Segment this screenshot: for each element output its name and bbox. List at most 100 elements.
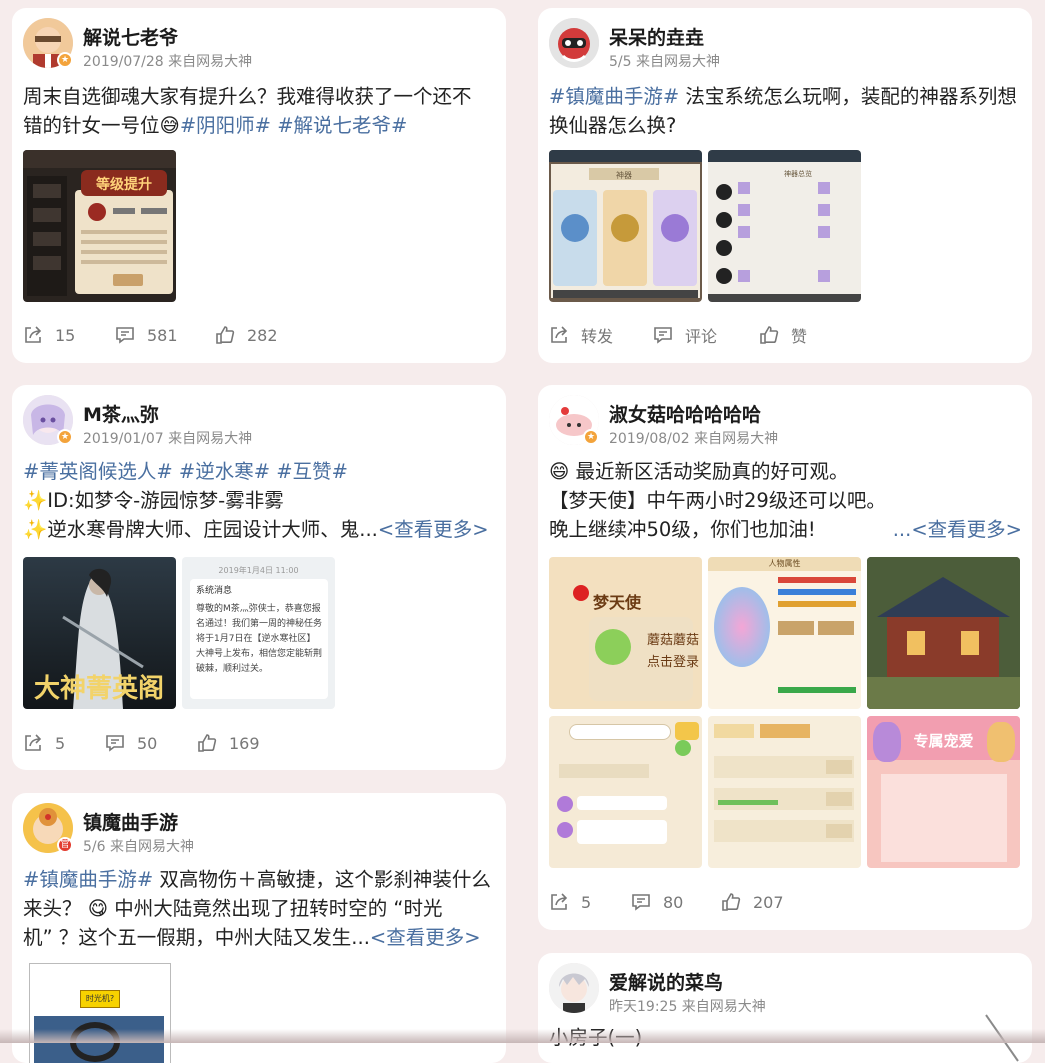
official-badge-icon: 官 xyxy=(57,837,73,853)
image-caption: 梦天使 xyxy=(593,593,642,612)
message-body: 尊敬的M茶灬弥侠士，恭喜您报名通过！我们第一周的神秘任务将于1月7日在【逆水寒社… xyxy=(196,604,323,674)
share-icon xyxy=(551,893,568,910)
post-card[interactable]: 呆呆的垚垚 5/5 来自网易大神 #镇魔曲手游# 法宝系统怎么玩啊，装配的神器系… xyxy=(538,8,1032,363)
post-meta: 5/6 来自网易大神 xyxy=(83,839,194,855)
post-image[interactable]: 神器总览 xyxy=(708,150,861,302)
topic-tag[interactable]: #镇魔曲手游# xyxy=(23,868,153,891)
image-title: 神器总览 xyxy=(784,169,812,178)
post-text-segment: 错的针女一号位😅 xyxy=(23,114,180,137)
verified-badge-icon: ★ xyxy=(583,429,599,445)
post-image[interactable] xyxy=(867,557,1020,709)
post-text[interactable]: #菁英阁候选人# #逆水寒# #互赞# ✨ID:如梦令-游园惊梦-雾非雾 ✨逆水… xyxy=(23,457,496,544)
author-name[interactable]: 解说七老爷 xyxy=(83,23,178,50)
see-more-link[interactable]: <查看更多> xyxy=(370,926,481,949)
comment-icon xyxy=(654,327,672,344)
post-text-line: 【梦天使】中午两小时29级还可以吧。 xyxy=(549,489,886,512)
avatar[interactable] xyxy=(549,963,599,1013)
post-text-line: 来头？ 😋 中州大陆竟然出现了扭转时空的 “时光 xyxy=(23,897,443,920)
post-text-line: ✨逆水寒骨牌大师、庄园设计大师、鬼...<查看更多> xyxy=(23,515,496,544)
like-button[interactable]: 169 xyxy=(197,731,260,755)
image-text: 蘑菇蘑菇 xyxy=(647,633,700,648)
post-text-line: 😄 最近新区活动奖励真的好可观。 xyxy=(549,460,849,483)
author-name[interactable]: 爱解说的菜鸟 xyxy=(609,968,723,995)
repost-button[interactable]: 转发 xyxy=(549,323,613,347)
see-more-link[interactable]: <查看更多> xyxy=(378,518,489,541)
like-button[interactable]: 207 xyxy=(721,890,784,914)
author-name[interactable]: 镇魔曲手游 xyxy=(83,808,178,835)
post-text-line: 机” ？这个五一假期，中州大陆又发生...<查看更多> xyxy=(23,923,496,952)
thumbs-up-icon xyxy=(760,326,779,344)
topic-tag[interactable]: #镇魔曲手游# xyxy=(549,85,679,108)
post-text[interactable]: 周末自选御魂大家有提升么？我难得收获了一个还不 错的针女一号位😅#阴阳师# #解… xyxy=(23,82,496,140)
post-actions: 转发 评论 赞 xyxy=(549,323,1019,347)
post-image[interactable]: 2019年1月4日 11:00 系统消息 尊敬的M茶灬弥侠士，恭喜您报名通过！我… xyxy=(182,557,335,709)
post-image[interactable]: 人物属性 xyxy=(708,557,861,709)
comment-icon xyxy=(116,327,134,344)
post-text-line: 换仙器怎么换? xyxy=(549,114,677,137)
comment-button[interactable]: 581 xyxy=(115,323,178,347)
repost-label: 转发 xyxy=(581,327,614,346)
thumbs-up-icon xyxy=(722,893,741,911)
post-actions: 5 80 207 xyxy=(549,890,1019,914)
author-name[interactable]: 呆呆的垚垚 xyxy=(609,23,704,50)
like-button[interactable]: 赞 xyxy=(759,323,807,347)
post-text[interactable]: #镇魔曲手游# 法宝系统怎么玩啊，装配的神器系列想 换仙器怎么换? xyxy=(549,82,1022,140)
post-text-segment: ✨逆水寒骨牌大师、庄园设计大师、鬼... xyxy=(23,518,378,541)
post-text-line: ✨ID:如梦令-游园惊梦-雾非雾 xyxy=(23,489,284,512)
comment-label: 评论 xyxy=(685,327,718,346)
message-title: 系统消息 xyxy=(196,586,233,596)
post-text-segment: 晚上继续冲50级，你们也加油! xyxy=(549,518,816,541)
image-title: 神器 xyxy=(616,170,632,180)
post-text[interactable]: 😄 最近新区活动奖励真的好可观。 【梦天使】中午两小时29级还可以吧。 晚上继续… xyxy=(549,457,1022,544)
author-name[interactable]: 淑女菇哈哈哈哈哈 xyxy=(609,400,761,427)
post-image[interactable]: 大神菁英阁 xyxy=(23,557,176,709)
topic-tags[interactable]: #菁英阁候选人# #逆水寒# #互赞# xyxy=(23,457,496,486)
repost-count: 15 xyxy=(55,325,76,345)
comment-icon xyxy=(106,735,124,752)
post-image[interactable]: 梦天使 蘑菇蘑菇 点击登录 xyxy=(549,557,702,709)
post-meta: 2019/08/02 来自网易大神 xyxy=(609,431,779,447)
post-meta: 昨天19:25 来自网易大神 xyxy=(609,999,766,1015)
post-text[interactable]: #镇魔曲手游# 双高物伤＋高敏捷，这个影刹神装什么 来头？ 😋 中州大陆竟然出现… xyxy=(23,865,496,952)
author-name[interactable]: M茶灬弥 xyxy=(83,400,159,427)
post-meta: 2019/07/28 来自网易大神 xyxy=(83,54,253,70)
post-actions: 15 581 282 xyxy=(23,323,493,347)
comment-button[interactable]: 80 xyxy=(631,890,683,914)
like-button[interactable]: 282 xyxy=(215,323,278,347)
repost-button[interactable]: 5 xyxy=(549,890,591,914)
avatar[interactable] xyxy=(549,18,599,68)
post-text-segment: 法宝系统怎么玩啊，装配的神器系列想 xyxy=(679,85,1017,108)
topic-tags[interactable]: #阴阳师# #解说七老爷# xyxy=(180,114,408,137)
post-text-line: #镇魔曲手游# 法宝系统怎么玩啊，装配的神器系列想 xyxy=(549,82,1022,111)
post-card[interactable]: ★ 淑女菇哈哈哈哈哈 2019/08/02 来自网易大神 😄 最近新区活动奖励真… xyxy=(538,385,1032,930)
see-more-link[interactable]: ...<查看更多> xyxy=(893,515,1022,544)
post-image[interactable]: 专属宠爱 xyxy=(867,716,1020,868)
post-image[interactable]: 等级提升 xyxy=(23,150,176,302)
message-date: 2019年1月4日 11:00 xyxy=(218,566,299,575)
page-bottom-shade xyxy=(0,1029,1045,1043)
post-text-line: 周末自选御魂大家有提升么？我难得收获了一个还不 xyxy=(23,85,472,108)
post-card[interactable]: ★ 解说七老爷 2019/07/28 来自网易大神 周末自选御魂大家有提升么？我… xyxy=(12,8,506,363)
image-label: 时光机? xyxy=(80,990,120,1008)
comment-count: 581 xyxy=(147,325,178,345)
repost-count: 5 xyxy=(581,892,592,912)
thumbs-up-icon xyxy=(216,326,235,344)
image-title: 人物属性 xyxy=(708,557,861,571)
comment-button[interactable]: 50 xyxy=(105,731,157,755)
post-image[interactable] xyxy=(708,716,861,868)
post-image[interactable] xyxy=(549,716,702,868)
repost-button[interactable]: 5 xyxy=(23,731,65,755)
post-image[interactable]: 时光机? xyxy=(29,963,171,1063)
post-text-line: 晚上继续冲50级，你们也加油! ...<查看更多> xyxy=(549,515,1022,544)
post-image[interactable]: 神器 xyxy=(549,150,702,302)
post-card[interactable]: 爱解说的菜鸟 昨天19:25 来自网易大神 小房子(一) xyxy=(538,953,1032,1063)
post-card[interactable]: 官 镇魔曲手游 5/6 来自网易大神 #镇魔曲手游# 双高物伤＋高敏捷，这个影刹… xyxy=(12,793,506,1063)
post-card[interactable]: ★ M茶灬弥 2019/01/07 来自网易大神 #菁英阁候选人# #逆水寒# … xyxy=(12,385,506,770)
comment-button[interactable]: 评论 xyxy=(653,323,717,347)
repost-count: 5 xyxy=(55,733,66,753)
verified-badge-icon: ★ xyxy=(57,52,73,68)
post-meta: 5/5 来自网易大神 xyxy=(609,54,720,70)
image-caption: 大神菁英阁 xyxy=(34,673,164,704)
verified-badge-icon: ★ xyxy=(57,429,73,445)
repost-button[interactable]: 15 xyxy=(23,323,75,347)
